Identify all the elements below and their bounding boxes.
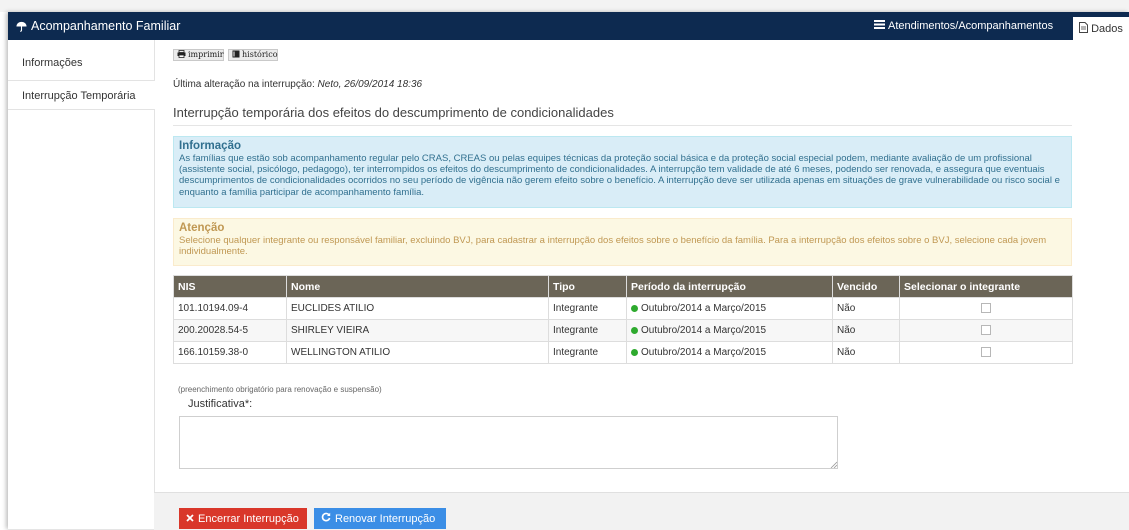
status-dot-icon (631, 304, 638, 312)
cell-tipo: Integrante (548, 297, 627, 320)
sidebar-item-interrupcao[interactable]: Interrupção Temporária (8, 80, 155, 110)
cell-select (899, 341, 1073, 364)
page-title: Interrupção temporária dos efeitos do de… (173, 105, 614, 120)
status-dot-icon (631, 348, 638, 356)
history-label: histórico (242, 50, 278, 59)
cell-nome: EUCLIDES ATILIO (286, 297, 549, 320)
table-row: 200.20028.54-5 SHIRLEY VIEIRA Integrante… (173, 319, 1073, 342)
cell-periodo: Outubro/2014 a Março/2015 (626, 341, 833, 364)
period-text: Outubro/2014 a Março/2015 (641, 303, 767, 314)
table-row: 101.10194.09-4 EUCLIDES ATILIO Integrant… (173, 297, 1073, 320)
renew-interruption-button[interactable]: Renovar Interrupção (314, 508, 446, 529)
members-table: NIS Nome Tipo Período da interrupção Ven… (173, 275, 1073, 364)
divider (173, 125, 1072, 126)
tab-dados-label: Dados (1091, 22, 1123, 35)
print-label: imprimir (188, 50, 224, 59)
column-header-tipo: Tipo (548, 275, 627, 298)
cell-tipo: Integrante (548, 341, 627, 364)
app-title-text: Acompanhamento Familiar (31, 19, 181, 33)
close-icon (186, 513, 194, 525)
tab-dados[interactable]: Dados (1073, 17, 1129, 40)
column-header-nis: NIS (173, 275, 287, 298)
cell-vencido: Não (832, 341, 900, 364)
sidebar: Informações Interrupção Temporária (8, 40, 155, 529)
tab-atendimentos[interactable]: Atendimentos/Acompanhamentos (874, 12, 1059, 40)
cell-periodo: Outubro/2014 a Março/2015 (626, 319, 833, 342)
cell-nis: 101.10194.09-4 (173, 297, 287, 320)
print-button[interactable]: imprimir (173, 49, 224, 61)
status-dot-icon (631, 326, 638, 334)
end-interruption-label: Encerrar Interrupção (198, 512, 299, 525)
table-header-row: NIS Nome Tipo Período da interrupção Ven… (173, 275, 1073, 298)
period-text: Outubro/2014 a Março/2015 (641, 325, 767, 336)
warning-alert: Atenção Selecione qualquer integrante ou… (173, 218, 1072, 266)
warning-alert-title: Atenção (179, 222, 225, 234)
cell-vencido: Não (832, 297, 900, 320)
period-text: Outubro/2014 a Março/2015 (641, 347, 767, 358)
cell-nome: WELLINGTON ATILIO (286, 341, 549, 364)
sidebar-item-informacoes[interactable]: Informações (8, 48, 154, 78)
last-change: Última alteração na interrupção: Neto, 2… (173, 79, 422, 90)
info-alert: Informação As famílias que estão sob aco… (173, 136, 1072, 208)
column-header-periodo: Período da interrupção (626, 275, 833, 298)
select-member-checkbox[interactable] (981, 303, 991, 314)
select-member-checkbox[interactable] (981, 325, 991, 336)
list-icon (874, 20, 885, 32)
sidebar-item-label: Informações (22, 57, 83, 69)
select-member-checkbox[interactable] (981, 347, 991, 358)
cell-nis: 200.20028.54-5 (173, 319, 287, 342)
cell-tipo: Integrante (548, 319, 627, 342)
cell-periodo: Outubro/2014 a Março/2015 (626, 297, 833, 320)
refresh-icon (321, 512, 331, 525)
cell-select (899, 297, 1073, 320)
umbrella-icon (16, 21, 27, 32)
warning-alert-text: Selecione qualquer integrante ou respons… (179, 235, 1047, 258)
column-header-selecionar: Selecionar o integrante (899, 275, 1073, 298)
cell-nis: 166.10159.38-0 (173, 341, 287, 364)
tab-atendimentos-label: Atendimentos/Acompanhamentos (888, 20, 1054, 32)
justification-label: Justificativa*: (188, 398, 253, 410)
cell-vencido: Não (832, 319, 900, 342)
info-alert-text: As famílias que estão sob acompanhamento… (179, 153, 1060, 198)
required-note: (preenchimento obrigatório para renovaçã… (178, 385, 382, 394)
document-icon (1079, 21, 1089, 36)
cell-select (899, 319, 1073, 342)
column-header-vencido: Vencido (832, 275, 900, 298)
print-icon (177, 49, 186, 61)
justification-textarea[interactable] (179, 416, 838, 469)
app-header: Acompanhamento Familiar Atendimentos/Aco… (8, 12, 1129, 40)
cell-nome: SHIRLEY VIEIRA (286, 319, 549, 342)
top-strip (0, 0, 1129, 12)
column-header-nome: Nome (286, 275, 549, 298)
sidebar-item-label: Interrupção Temporária (22, 90, 136, 102)
last-change-prefix: Última alteração na interrupção: (173, 79, 315, 90)
table-row: 166.10159.38-0 WELLINGTON ATILIO Integra… (173, 341, 1073, 364)
end-interruption-button[interactable]: Encerrar Interrupção (179, 508, 307, 529)
app-window: Acompanhamento Familiar Atendimentos/Aco… (8, 12, 1129, 530)
resize-handle-icon[interactable] (830, 461, 837, 468)
history-button[interactable]: histórico (228, 49, 278, 61)
last-change-value: Neto, 26/09/2014 18:36 (317, 79, 423, 90)
renew-interruption-label: Renovar Interrupção (335, 512, 436, 525)
app-title: Acompanhamento Familiar (16, 12, 180, 40)
book-icon (232, 50, 240, 61)
info-alert-title: Informação (179, 140, 241, 152)
